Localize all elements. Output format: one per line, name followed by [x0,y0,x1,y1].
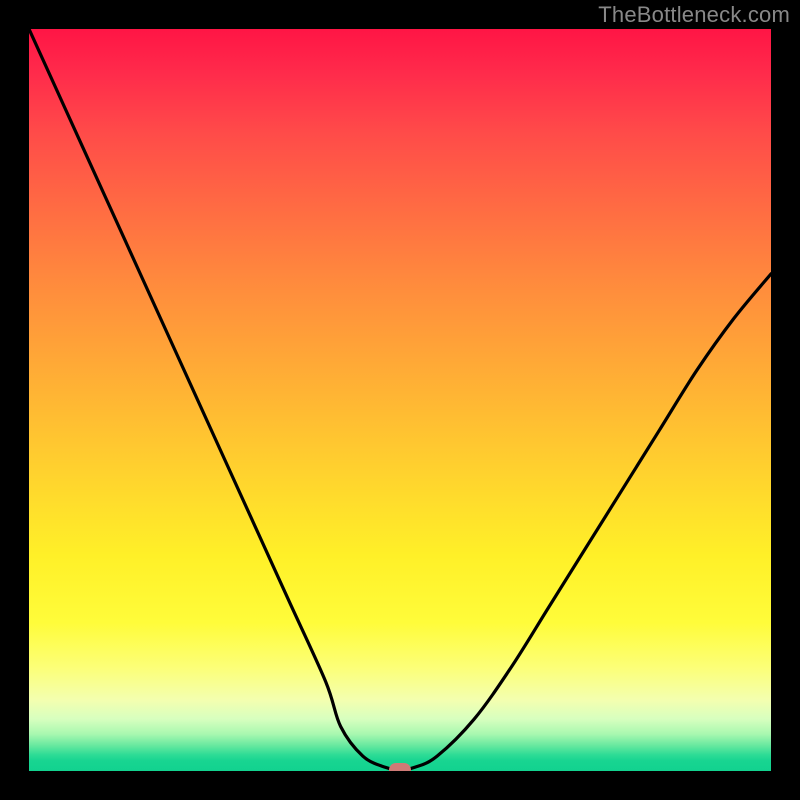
chart-frame: TheBottleneck.com [0,0,800,800]
optimal-point-marker [389,763,411,771]
plot-area [29,29,771,771]
bottleneck-curve [29,29,771,771]
watermark-text: TheBottleneck.com [598,2,790,28]
